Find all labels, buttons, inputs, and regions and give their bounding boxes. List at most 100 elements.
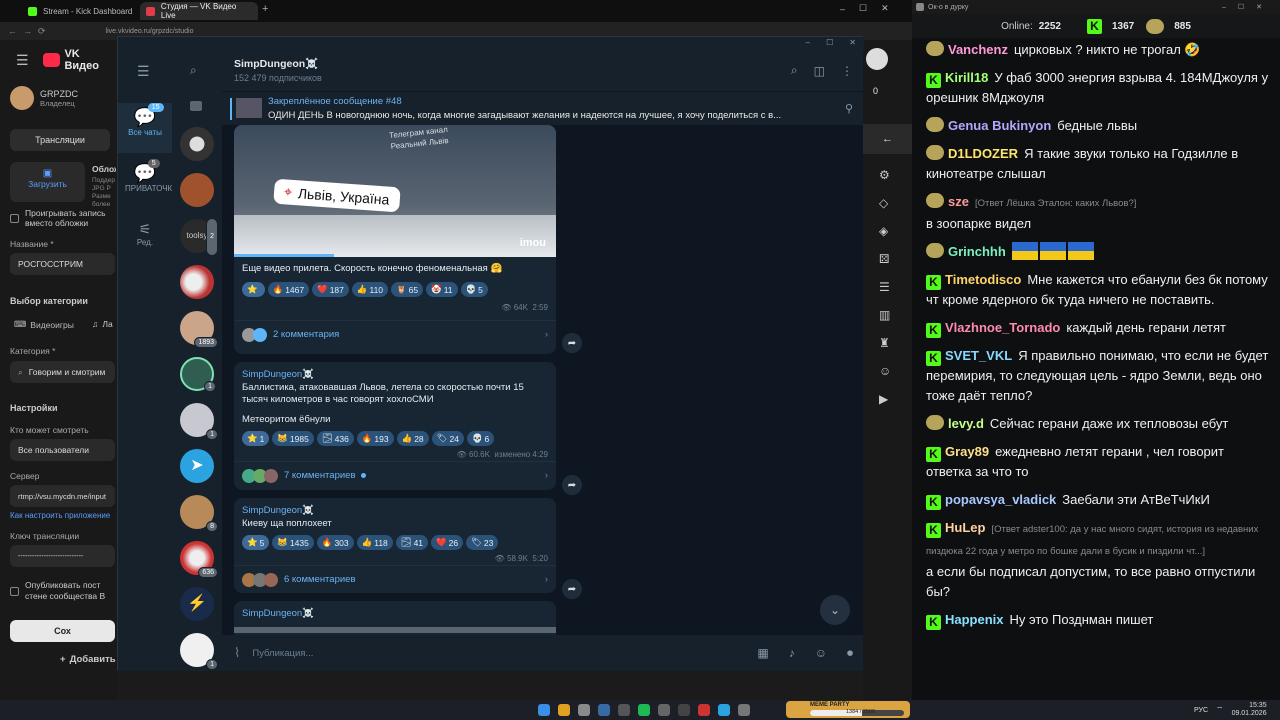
category-input[interactable]: ⌕ Говорим и смотрим — [10, 361, 115, 383]
collapse-arrow-icon[interactable]: ← — [863, 124, 912, 154]
close-icon[interactable]: ✕ — [881, 3, 889, 14]
play-cover-checkbox[interactable] — [10, 213, 19, 223]
reaction-chip[interactable]: 🔥 1467 — [267, 282, 310, 297]
chat-username[interactable]: D1LDOZER — [948, 146, 1018, 161]
reaction-chip[interactable]: ⭐ 1 — [242, 431, 270, 446]
reaction-chip[interactable]: 👍 118 — [356, 535, 393, 550]
server-field[interactable]: rtmp://vsu.mycdn.me/input — [10, 485, 115, 507]
windows-start-icon[interactable] — [538, 704, 550, 716]
user-card[interactable]: GRPZDC Владелец — [10, 86, 78, 110]
who-can-watch-select[interactable]: Все пользователи — [10, 439, 115, 461]
chat-avatar[interactable]: toolsy 2 — [180, 218, 218, 256]
chat-username[interactable]: Genua Bukinyon — [948, 118, 1051, 133]
howto-link[interactable]: Как настроить приложение — [10, 511, 110, 520]
chat-username[interactable]: SVET_VKL — [945, 348, 1012, 363]
search-icon[interactable]: ⌕ — [190, 63, 197, 78]
chat-username[interactable]: HuLep — [945, 520, 985, 535]
reaction-chip[interactable]: 🏷 24 — [431, 431, 464, 446]
tab-videogames[interactable]: ⌨ Видеоигры — [14, 319, 74, 330]
reaction-chip[interactable]: 🔥 303 — [316, 535, 354, 550]
dice-icon[interactable]: ⚄ — [879, 252, 891, 266]
chat-username[interactable]: Vlazhnoe_Tornado — [945, 320, 1060, 335]
minimize-icon[interactable]: – — [806, 38, 810, 47]
search-icon[interactable]: ⌕ — [791, 63, 798, 78]
back-icon[interactable]: ← — [8, 26, 17, 36]
window-controls[interactable]: –☐✕ — [1222, 3, 1274, 11]
wifi-icon[interactable]: ⌔ — [1216, 705, 1224, 715]
share-button[interactable]: ➦ — [562, 579, 582, 599]
chat-avatar[interactable]: 8 — [180, 495, 218, 532]
more-icon[interactable]: ⋮ — [841, 64, 853, 78]
telegram-icon[interactable]: ➤ — [180, 449, 214, 483]
reaction-chip[interactable]: 💀 6 — [466, 431, 495, 446]
chat-icon[interactable]: ☺ — [879, 364, 891, 378]
reaction-chip[interactable]: ⭐ — [242, 282, 265, 297]
reaction-chip[interactable]: 🤡 11 — [426, 282, 458, 297]
comments-link[interactable]: 2 комментария › — [234, 320, 556, 348]
folder-edit[interactable]: ⚟ Ред. — [118, 221, 172, 257]
reaction-chip[interactable]: 💀 5 — [460, 282, 488, 297]
bell-icon[interactable]: ♪ — [789, 646, 795, 660]
chat-avatar[interactable]: 636 — [180, 541, 218, 578]
chat-username[interactable]: Grinchhh — [948, 244, 1006, 259]
app-icon[interactable] — [618, 704, 630, 716]
chat-username[interactable]: Timetodisco — [945, 272, 1021, 287]
gem-icon[interactable]: ◈ — [879, 224, 891, 238]
chat-avatar[interactable]: 1893 — [180, 311, 218, 348]
hamburger-icon[interactable]: ☰ — [16, 52, 29, 69]
archive-icon[interactable] — [190, 101, 202, 111]
folder-all-chats[interactable]: 💬 15 Все чаты — [118, 103, 172, 153]
reaction-chip[interactable]: ❤️ 187 — [312, 282, 349, 297]
chat-username[interactable]: popavsya_vladick — [945, 492, 1056, 507]
app-icon[interactable] — [738, 704, 750, 716]
chat-avatar[interactable]: 1 — [180, 357, 216, 392]
reaction-chip[interactable]: 🏷 23 — [466, 535, 499, 550]
channel-title[interactable]: SimpDungeon☠️ — [234, 57, 318, 70]
steam-icon[interactable] — [598, 704, 610, 716]
chat-username[interactable]: levy.d — [948, 416, 984, 431]
mic-icon[interactable]: ⏺ — [847, 646, 853, 661]
list-icon[interactable]: ☰ — [879, 280, 891, 294]
chat-username[interactable]: Vanchenz — [948, 42, 1008, 57]
tab-live[interactable]: ♫ Ла — [92, 319, 113, 329]
app-icon[interactable] — [698, 704, 710, 716]
tab-vk-studio[interactable]: Студия — VK Видео Live — [140, 2, 258, 20]
chat-username[interactable]: sze — [948, 194, 969, 209]
pinned-message[interactable]: Закреплённое сообщение #48 ОДИН ДЕНЬ В н… — [222, 91, 863, 125]
chat-avatar[interactable] — [180, 127, 214, 161]
chat-avatar[interactable] — [180, 173, 214, 207]
reaction-chip[interactable]: 🌫 41 — [395, 535, 429, 550]
tab-kick[interactable]: Stream - Kick Dashboard — [22, 2, 140, 20]
reaction-chip[interactable]: ⭐ 5 — [242, 535, 270, 550]
settings-icon[interactable] — [578, 704, 590, 716]
video-icon[interactable]: ▶ — [879, 392, 891, 406]
message-input[interactable]: Публикация... — [252, 648, 313, 659]
chrome-icon[interactable] — [558, 704, 570, 716]
emoji-icon[interactable]: ☺ — [815, 646, 827, 660]
reaction-chip[interactable]: 👍 110 — [351, 282, 389, 297]
reaction-chip[interactable]: 🔥 193 — [356, 431, 394, 446]
maximize-icon[interactable]: ☐ — [826, 38, 833, 47]
obs-icon[interactable] — [678, 704, 690, 716]
save-button[interactable]: Сох — [10, 620, 115, 642]
attach-icon[interactable]: ⌇ — [234, 645, 240, 661]
telegram-icon[interactable] — [718, 704, 730, 716]
language-indicator[interactable]: РУС — [1194, 707, 1208, 714]
chat-username[interactable]: Happenix — [945, 612, 1004, 627]
reaction-chip[interactable]: 😹 1985 — [272, 431, 314, 446]
chat-avatar[interactable]: 1 — [180, 403, 218, 440]
share-button[interactable]: ➦ — [562, 333, 582, 353]
post-video[interactable]: Телеграм канал Реальний Львів ⌖ Львів, Ук… — [234, 125, 556, 257]
meme-party-widget[interactable]: MEME PARTY 1384 / 2500 — [786, 701, 910, 718]
url-field[interactable]: live.vkvideo.ru/grpzdc/studio — [106, 28, 194, 35]
chat-username[interactable]: Gray89 — [945, 444, 989, 459]
publish-post-checkbox[interactable] — [10, 586, 19, 596]
reaction-chip[interactable]: 🌫 436 — [316, 431, 354, 446]
diamond-icon[interactable]: ◇ — [879, 196, 891, 210]
add-button[interactable]: + Добавить — [60, 654, 116, 665]
spotify-icon[interactable] — [638, 704, 650, 716]
lightning-icon[interactable]: ⚡ — [180, 587, 214, 621]
comments-link[interactable]: 6 комментариев › — [234, 565, 556, 593]
clock[interactable]: 15:35 09.01.2026 — [1232, 702, 1267, 718]
new-tab-button[interactable]: + — [262, 3, 268, 15]
